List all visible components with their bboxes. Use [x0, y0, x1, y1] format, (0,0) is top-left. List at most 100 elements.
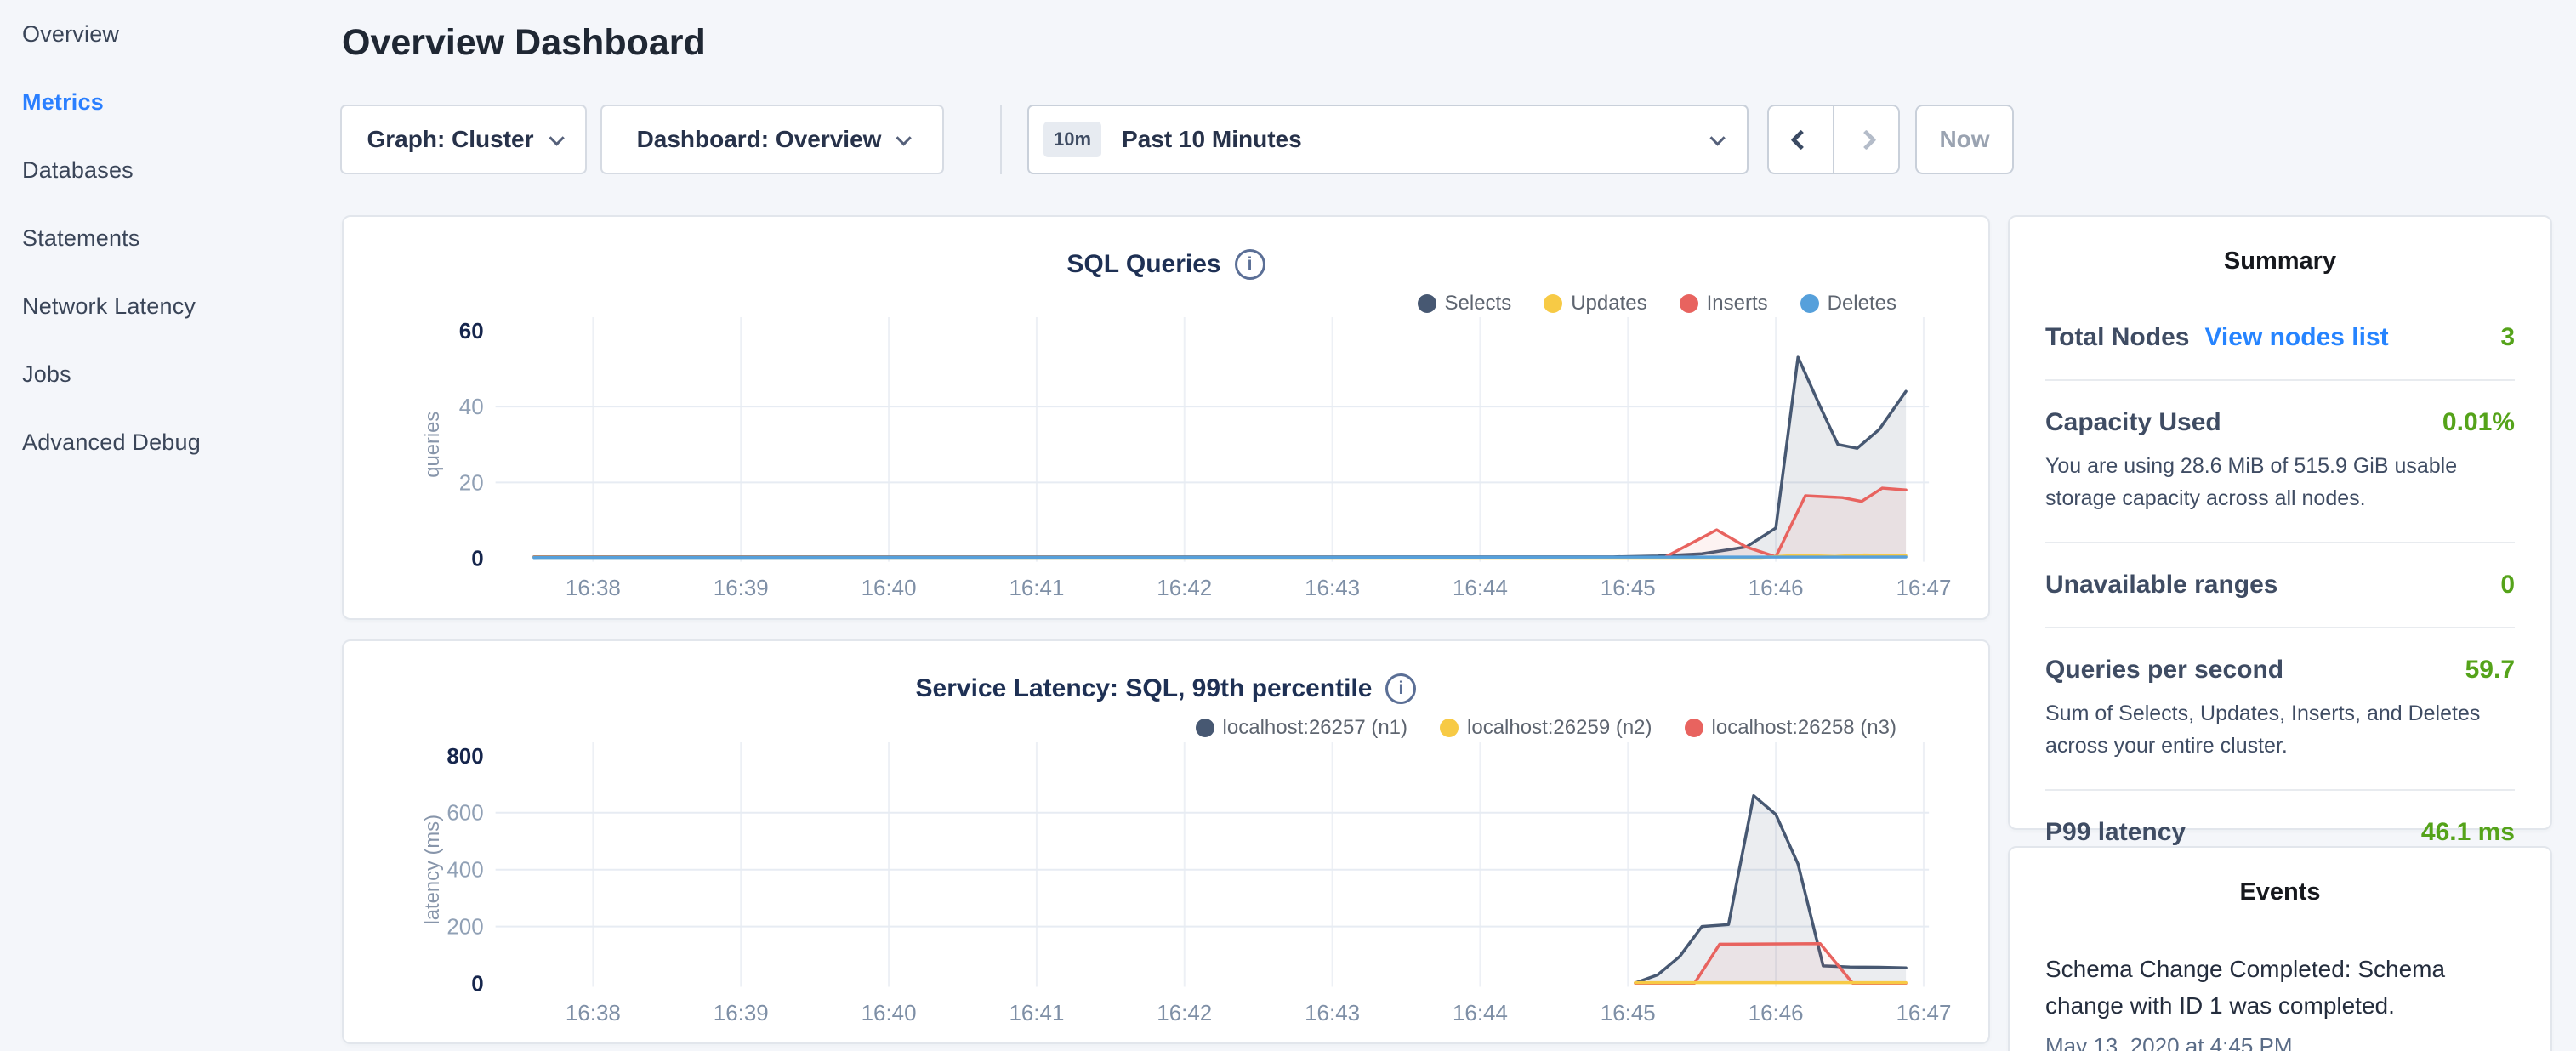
summary-divider [2045, 542, 2515, 543]
svg-text:20: 20 [459, 471, 484, 495]
svg-text:16:38: 16:38 [566, 1002, 621, 1025]
legend-label: localhost:26257 (n1) [1223, 716, 1407, 740]
legend-label: localhost:26259 (n2) [1467, 716, 1652, 740]
summary-divider [2045, 379, 2515, 381]
legend-dot-icon [1418, 294, 1436, 313]
page-title: Overview Dashboard [342, 22, 706, 64]
summary-row: Queries per second 59.7 [2045, 656, 2515, 685]
chart-legend: Selects Updates Inserts Deletes [1418, 292, 1897, 315]
legend-label: localhost:26258 (n3) [1712, 716, 1896, 740]
sidebar: OverviewMetricsDatabasesStatementsNetwor… [22, 0, 311, 476]
legend-dot-icon [1440, 719, 1459, 737]
summary-divider [2045, 627, 2515, 628]
info-icon[interactable]: i [1235, 249, 1265, 280]
svg-text:16:39: 16:39 [714, 577, 769, 600]
view-nodes-list-link[interactable]: View nodes list [2204, 323, 2388, 352]
time-next-button[interactable] [1833, 106, 1898, 173]
svg-text:400: 400 [446, 859, 483, 883]
graph-dropdown-label: Graph: Cluster [367, 126, 533, 153]
events-title: Events [2045, 878, 2515, 906]
sidebar-item-overview[interactable]: Overview [22, 0, 311, 68]
svg-text:16:46: 16:46 [1749, 1002, 1804, 1025]
svg-text:16:41: 16:41 [1009, 1002, 1064, 1025]
summary-row: Total Nodes View nodes list 3 [2045, 323, 2515, 352]
sql-queries-chart-card: SQL Queries i SelectsUpdatesInsertsDelet… [342, 215, 1990, 620]
legend-label: Updates [1571, 292, 1646, 315]
legend-label: Inserts [1707, 292, 1768, 315]
legend-dot-icon [1680, 294, 1698, 313]
time-nav-arrows [1767, 105, 1900, 174]
time-prev-button[interactable] [1769, 106, 1833, 173]
svg-text:16:42: 16:42 [1157, 1002, 1212, 1025]
legend-item[interactable]: localhost:26259 (n2) [1440, 716, 1652, 740]
svg-text:16:40: 16:40 [862, 577, 917, 600]
svg-text:16:40: 16:40 [862, 1002, 917, 1025]
legend-item[interactable]: localhost:26257 (n1) [1196, 716, 1407, 740]
summary-row-label: Capacity Used [2045, 408, 2221, 437]
legend-item[interactable]: Updates [1544, 292, 1646, 315]
svg-text:16:46: 16:46 [1749, 577, 1804, 600]
chevron-down-icon [549, 130, 564, 145]
time-range-badge: 10m [1043, 122, 1101, 157]
svg-text:600: 600 [446, 802, 483, 826]
svg-text:200: 200 [446, 916, 483, 940]
time-range-label: Past 10 Minutes [1122, 126, 1302, 153]
info-icon[interactable]: i [1385, 673, 1416, 704]
legend-dot-icon [1685, 719, 1703, 737]
summary-row-value: 3 [2500, 323, 2515, 352]
svg-text:800: 800 [446, 745, 483, 769]
summary-row: Capacity Used 0.01% [2045, 408, 2515, 437]
summary-row-value: 59.7 [2465, 656, 2515, 685]
sidebar-item-jobs[interactable]: Jobs [22, 340, 311, 408]
summary-row-value: 0.01% [2442, 408, 2515, 437]
legend-item[interactable]: Deletes [1800, 292, 1896, 315]
legend-label: Deletes [1828, 292, 1896, 315]
svg-text:16:47: 16:47 [1896, 577, 1951, 600]
sidebar-item-advanced-debug[interactable]: Advanced Debug [22, 408, 311, 476]
svg-text:16:45: 16:45 [1601, 577, 1656, 600]
chart-title: Service Latency: SQL, 99th percentile [916, 674, 1373, 703]
svg-text:16:41: 16:41 [1009, 577, 1064, 600]
svg-text:16:42: 16:42 [1157, 577, 1212, 600]
sidebar-item-metrics[interactable]: Metrics [22, 68, 311, 136]
chevron-right-icon [1856, 129, 1876, 150]
chevron-down-icon [896, 130, 912, 145]
legend-dot-icon [1800, 294, 1819, 313]
summary-row-description: Sum of Selects, Updates, Inserts, and De… [2045, 698, 2505, 762]
sidebar-item-databases[interactable]: Databases [22, 136, 311, 204]
chart-legend: localhost:26257 (n1) localhost:26259 (n2)… [1196, 716, 1896, 740]
svg-text:16:43: 16:43 [1305, 1002, 1360, 1025]
svg-text:16:45: 16:45 [1601, 1002, 1656, 1025]
summary-panel: Summary Total NodesView nodes list3Capac… [2008, 215, 2552, 830]
summary-row-label: Total Nodes [2045, 323, 2189, 352]
legend-item[interactable]: localhost:26258 (n3) [1685, 716, 1896, 740]
summary-row-label: Unavailable ranges [2045, 571, 2277, 599]
summary-row-label: P99 latency [2045, 818, 2186, 847]
svg-text:queries: queries [421, 412, 444, 478]
svg-text:60: 60 [459, 320, 484, 344]
event-text[interactable]: Schema Change Completed: Schema change w… [2045, 951, 2515, 1025]
svg-text:16:44: 16:44 [1453, 1002, 1508, 1025]
summary-divider [2045, 789, 2515, 791]
legend-item[interactable]: Inserts [1680, 292, 1768, 315]
summary-row-value: 46.1 ms [2421, 818, 2515, 847]
summary-row: Unavailable ranges 0 [2045, 571, 2515, 599]
sidebar-item-statements[interactable]: Statements [22, 204, 311, 272]
summary-rows: Total Nodes View nodes list 3 Capacity Used… [2045, 323, 2515, 847]
chevron-down-icon [1709, 130, 1725, 145]
svg-text:40: 40 [459, 395, 484, 419]
dashboard-dropdown[interactable]: Dashboard: Overview [600, 105, 944, 174]
svg-text:16:38: 16:38 [566, 577, 621, 600]
summary-row-description: You are using 28.6 MiB of 515.9 GiB usab… [2045, 451, 2505, 514]
summary-row-value: 0 [2500, 571, 2515, 599]
graph-dropdown[interactable]: Graph: Cluster [340, 105, 587, 174]
svg-text:16:47: 16:47 [1896, 1002, 1951, 1025]
now-button[interactable]: Now [1915, 105, 2014, 174]
time-range-dropdown[interactable]: 10m Past 10 Minutes [1027, 105, 1749, 174]
event-timestamp: May 13, 2020 at 4:45 PM [2045, 1033, 2515, 1051]
summary-row-label: Queries per second [2045, 656, 2283, 685]
legend-dot-icon [1196, 719, 1214, 737]
svg-text:0: 0 [471, 973, 483, 997]
sidebar-item-network-latency[interactable]: Network Latency [22, 272, 311, 340]
legend-item[interactable]: Selects [1418, 292, 1512, 315]
